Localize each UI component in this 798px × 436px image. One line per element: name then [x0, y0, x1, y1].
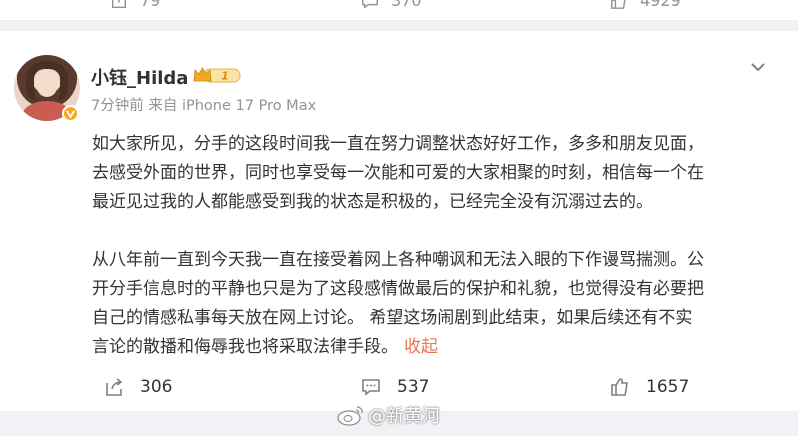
watermark-text: @新黄河 [368, 406, 440, 427]
vip-level: 1 [221, 70, 229, 83]
share-icon [111, 0, 127, 8]
author-name[interactable]: 小钰_Hilda [91, 64, 188, 90]
prev-like-count: 4929 [640, 0, 681, 10]
previous-post-footer: 79 370 4929 [0, 0, 798, 21]
share-count: 306 [140, 377, 173, 397]
thumbs-up-icon [611, 0, 626, 9]
share-icon [106, 378, 123, 396]
post-source: 来自 iPhone 17 Pro Max [148, 98, 317, 114]
post-line: 如大家所见，分手的这段时间我一直在努力调整状态好好工作，多多和朋友见面， [92, 134, 704, 154]
avatar-face [36, 71, 58, 97]
post-time[interactable]: 7分钟前 [91, 98, 144, 114]
prev-like-button[interactable]: 4929 [610, 0, 681, 10]
post-line: 言论的散播和侮辱我也将采取法律手段。 [92, 337, 398, 357]
post-line: 去感受外面的世界，同时也享受每一次能和可爱的大家相聚的时刻，相信每一个在 [92, 163, 704, 183]
post-line: 从八年前一直到今天我一直在接受着网上各种嘲讽和无法入眼的下作谩骂揣测。公 [92, 250, 704, 270]
post-card: 小钰_Hilda 1 7分钟前 来自 iPhone 17 Pro Max 如大家… [0, 31, 798, 411]
post-line: 最近见过我的人都能感受到我的状态是积极的，已经完全没有沉溺过去的。 [92, 192, 653, 212]
verified-v-icon [66, 110, 75, 118]
prev-comment-button[interactable]: 370 [361, 0, 422, 10]
prev-share-button[interactable]: 79 [110, 0, 160, 10]
watermark: @新黄河 [336, 402, 440, 428]
post-actions: 306 537 1657 [0, 373, 798, 403]
collapse-link[interactable]: 收起 [404, 337, 438, 357]
comment-icon [362, 0, 378, 9]
post-meta: 7分钟前 来自 iPhone 17 Pro Max [91, 94, 316, 115]
post-line: 自己的情感私事每天放在网上讨论。 希望这场闹剧到此结束，如果后续还有不实 [92, 308, 693, 328]
prev-share-count: 79 [140, 0, 161, 10]
weibo-logo-icon [337, 406, 363, 426]
comment-count: 537 [397, 377, 430, 397]
vip-crown-badge[interactable]: 1 [192, 65, 242, 85]
post-line: 开分手信息时的平静也只是为了这段感情做最后的保护和礼貌，也觉得没有必要把 [92, 279, 704, 299]
comment-button[interactable]: 537 [361, 377, 429, 397]
like-button[interactable]: 1657 [610, 377, 689, 397]
verified-badge [62, 105, 79, 122]
thumbs-up-icon [611, 378, 628, 396]
like-count: 1657 [646, 377, 690, 397]
comment-icon [362, 379, 380, 396]
post-line-last: 言论的散播和侮辱我也将采取法律手段。 收起 [92, 333, 782, 362]
chevron-down-icon[interactable] [748, 57, 768, 77]
prev-comment-count: 370 [391, 0, 422, 10]
post-body: 如大家所见，分手的这段时间我一直在努力调整状态好好工作，多多和朋友见面， 去感受… [92, 130, 782, 362]
share-button[interactable]: 306 [104, 377, 172, 397]
